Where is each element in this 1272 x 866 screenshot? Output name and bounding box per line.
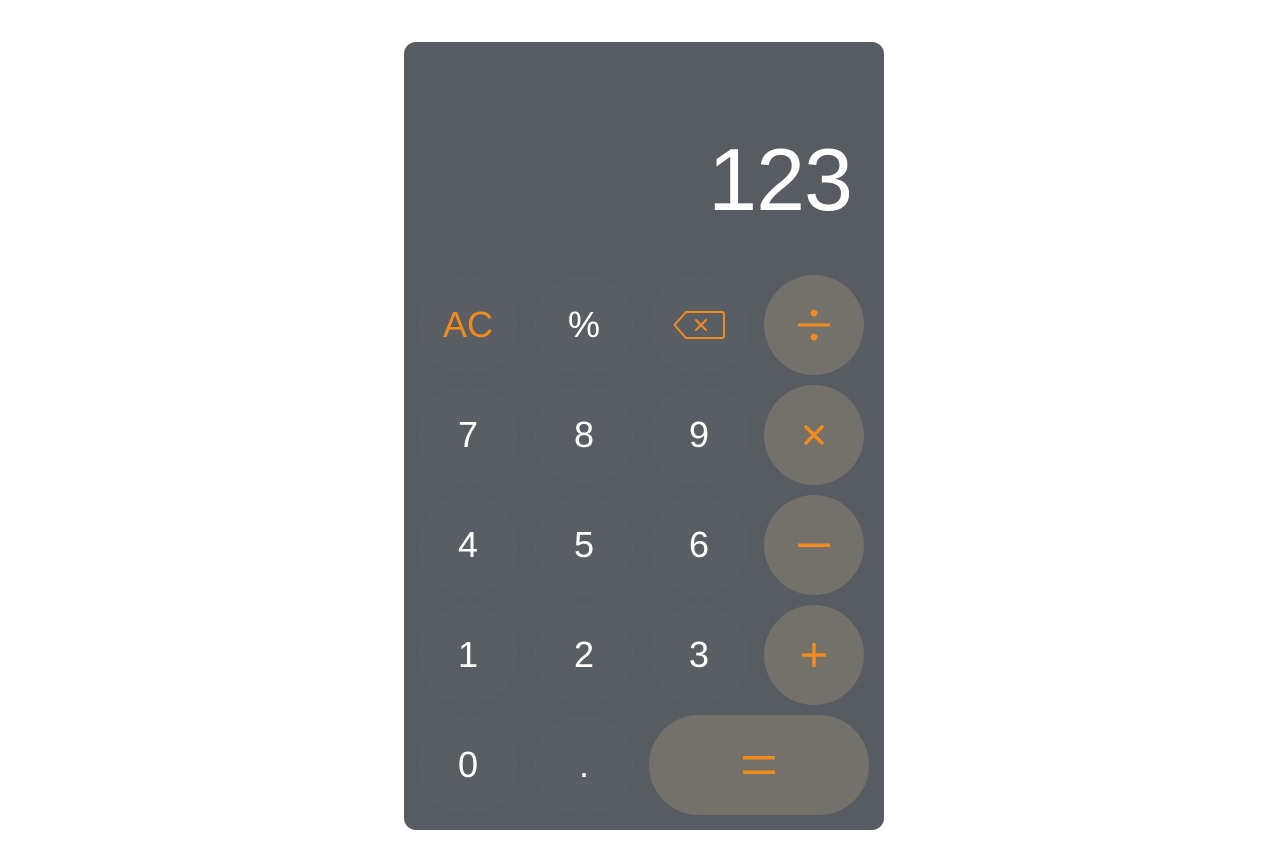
- key-7-label: 7: [457, 414, 479, 455]
- clear-button[interactable]: AC: [418, 275, 518, 375]
- multiply-button[interactable]: [764, 385, 864, 485]
- display: 123: [404, 42, 884, 275]
- plus-icon: [802, 643, 826, 667]
- key-5[interactable]: 5: [534, 495, 634, 595]
- display-value: 123: [708, 130, 853, 229]
- key-6-label: 6: [688, 524, 710, 565]
- key-3-label: 3: [688, 634, 710, 675]
- key-8-label: 8: [573, 414, 595, 455]
- key-3[interactable]: 3: [649, 605, 749, 705]
- calculator: 123 AC % 7 8 9 4 5 6 1 2 3 0 .: [404, 42, 884, 830]
- decimal-button[interactable]: .: [534, 715, 634, 815]
- key-5-label: 5: [573, 524, 595, 565]
- key-6[interactable]: 6: [649, 495, 749, 595]
- percent-button[interactable]: %: [534, 275, 634, 375]
- key-9-label: 9: [688, 414, 710, 455]
- key-0[interactable]: 0: [418, 715, 518, 815]
- key-9[interactable]: 9: [649, 385, 749, 485]
- key-2-label: 2: [573, 634, 595, 675]
- equals-button[interactable]: [649, 715, 869, 815]
- key-4-label: 4: [457, 524, 479, 565]
- minus-button[interactable]: [764, 495, 864, 595]
- divide-icon: [798, 309, 830, 341]
- key-7[interactable]: 7: [418, 385, 518, 485]
- divide-button[interactable]: [764, 275, 864, 375]
- plus-button[interactable]: [764, 605, 864, 705]
- key-8[interactable]: 8: [534, 385, 634, 485]
- multiply-icon: [804, 425, 824, 445]
- key-2[interactable]: 2: [534, 605, 634, 705]
- clear-label: AC: [442, 304, 493, 345]
- key-0-label: 0: [457, 744, 479, 785]
- minus-icon: [798, 543, 830, 547]
- equals-icon: [743, 756, 775, 774]
- backspace-button[interactable]: [649, 275, 749, 375]
- percent-label: %: [567, 304, 600, 345]
- key-1-label: 1: [457, 634, 479, 675]
- key-4[interactable]: 4: [418, 495, 518, 595]
- backspace-icon: [673, 311, 725, 339]
- decimal-label: .: [578, 744, 589, 785]
- key-1[interactable]: 1: [418, 605, 518, 705]
